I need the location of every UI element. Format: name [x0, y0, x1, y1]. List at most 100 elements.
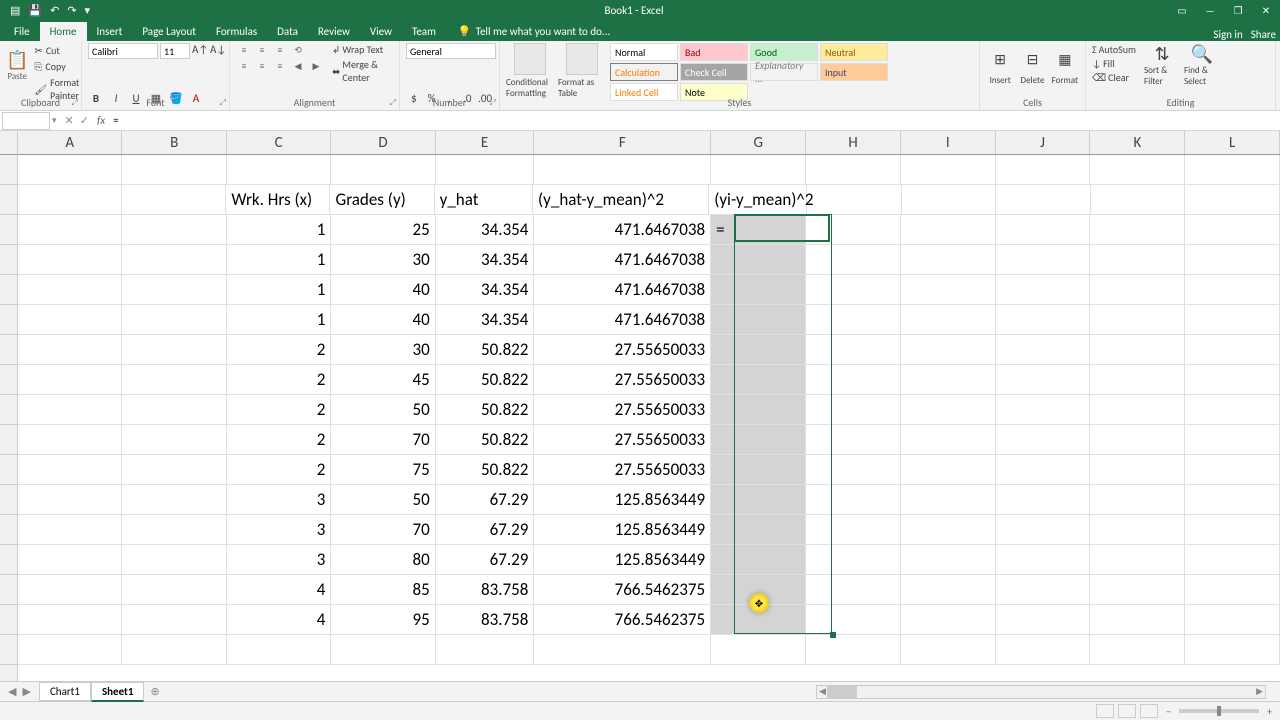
cell[interactable]	[996, 395, 1091, 425]
col-header-E[interactable]: E	[436, 131, 535, 154]
align-middle-icon[interactable]: ≡	[254, 43, 270, 57]
qat-dropdown-icon[interactable]: ▾	[83, 2, 93, 19]
row-header[interactable]	[0, 515, 17, 545]
col-header-C[interactable]: C	[227, 131, 331, 154]
align-top-icon[interactable]: ≡	[236, 43, 252, 57]
cell[interactable]	[996, 575, 1091, 605]
cell[interactable]	[711, 335, 806, 365]
row-header[interactable]	[0, 425, 17, 455]
cell[interactable]	[122, 395, 226, 425]
conditional-formatting-button[interactable]: Conditional Formatting	[506, 43, 554, 101]
cell[interactable]	[1090, 335, 1185, 365]
cell[interactable]	[18, 185, 122, 215]
tab-file[interactable]: File	[4, 22, 40, 41]
cell[interactable]	[18, 395, 122, 425]
alignment-expand-icon[interactable]: ⤢	[390, 98, 396, 108]
cell[interactable]	[806, 635, 901, 665]
cell[interactable]	[122, 515, 226, 545]
row-header[interactable]	[0, 245, 17, 275]
cell[interactable]	[901, 425, 996, 455]
cell[interactable]	[122, 635, 226, 665]
zoom-out-icon[interactable]: −	[1166, 705, 1171, 718]
cell[interactable]: 2	[227, 335, 331, 365]
cell[interactable]	[996, 455, 1091, 485]
cell[interactable]	[996, 545, 1091, 575]
cell[interactable]	[1090, 545, 1185, 575]
add-sheet-button[interactable]: ⊕	[150, 685, 159, 698]
cell[interactable]	[18, 605, 122, 635]
cell[interactable]	[806, 245, 901, 275]
cell[interactable]	[1090, 215, 1185, 245]
cell[interactable]: 85	[331, 575, 435, 605]
cell[interactable]: 45	[331, 365, 435, 395]
number-expand-icon[interactable]: ⤢	[490, 98, 496, 108]
style-neutral[interactable]: Neutral	[820, 43, 888, 61]
cell[interactable]: 25	[331, 215, 435, 245]
cut-button[interactable]: ✂ Cut	[32, 43, 81, 58]
cell[interactable]	[1090, 275, 1185, 305]
cell[interactable]	[122, 605, 226, 635]
cell[interactable]: 2	[227, 395, 331, 425]
cell[interactable]	[996, 275, 1091, 305]
cell[interactable]: 471.6467038	[534, 215, 711, 245]
autosum-button[interactable]: Σ AutoSum	[1092, 43, 1136, 56]
zoom-slider[interactable]	[1179, 709, 1259, 713]
cell[interactable]	[711, 365, 806, 395]
cell[interactable]: 50.822	[436, 455, 535, 485]
cell[interactable]	[902, 185, 997, 215]
cell[interactable]	[901, 395, 996, 425]
font-size-input[interactable]	[160, 43, 190, 59]
cell[interactable]	[806, 545, 901, 575]
cell[interactable]	[901, 275, 996, 305]
cell[interactable]	[901, 365, 996, 395]
col-header-L[interactable]: L	[1185, 131, 1280, 154]
cell[interactable]	[18, 425, 122, 455]
font-name-input[interactable]	[88, 43, 158, 59]
cell[interactable]: 40	[331, 305, 435, 335]
cell[interactable]: 30	[331, 245, 435, 275]
cell[interactable]	[331, 635, 435, 665]
row-header[interactable]	[0, 305, 17, 335]
col-header-G[interactable]: G	[711, 131, 806, 154]
cell[interactable]	[1090, 605, 1185, 635]
cell[interactable]	[1185, 605, 1280, 635]
cell[interactable]	[227, 155, 331, 185]
row-header[interactable]	[0, 275, 17, 305]
cell[interactable]	[806, 515, 901, 545]
tab-data[interactable]: Data	[267, 22, 308, 41]
cell[interactable]: 50.822	[436, 425, 535, 455]
cell[interactable]: 95	[331, 605, 435, 635]
cell[interactable]	[996, 635, 1091, 665]
cell[interactable]	[18, 455, 122, 485]
cell[interactable]: 50.822	[436, 365, 535, 395]
cell[interactable]	[1090, 635, 1185, 665]
cell[interactable]	[1185, 275, 1280, 305]
cell[interactable]	[122, 245, 226, 275]
cell[interactable]	[806, 485, 901, 515]
cell[interactable]	[1090, 365, 1185, 395]
cell[interactable]: 471.6467038	[534, 305, 711, 335]
cell[interactable]: y_hat	[435, 185, 533, 215]
cell[interactable]	[18, 365, 122, 395]
sheet-tab-sheet1[interactable]: Sheet1	[91, 682, 145, 702]
cell[interactable]	[1091, 185, 1186, 215]
row-header[interactable]	[0, 575, 17, 605]
cell[interactable]	[331, 155, 435, 185]
hscroll-thumb[interactable]	[827, 686, 857, 698]
col-header-H[interactable]: H	[806, 131, 901, 154]
cell[interactable]: 34.354	[436, 305, 535, 335]
style-normal[interactable]: Normal	[610, 43, 678, 61]
cell[interactable]: 27.55650033	[534, 455, 711, 485]
cell[interactable]	[901, 155, 996, 185]
cell[interactable]	[18, 305, 122, 335]
row-header[interactable]	[0, 485, 17, 515]
cell[interactable]: 27.55650033	[534, 335, 711, 365]
cell[interactable]	[711, 515, 806, 545]
cell[interactable]	[1185, 155, 1280, 185]
view-normal-icon[interactable]	[1096, 704, 1114, 718]
cell[interactable]	[996, 605, 1091, 635]
col-header-D[interactable]: D	[331, 131, 435, 154]
cell[interactable]: =	[711, 215, 806, 245]
cell[interactable]: 2	[227, 425, 331, 455]
close-icon[interactable]: ✕	[1252, 0, 1280, 20]
